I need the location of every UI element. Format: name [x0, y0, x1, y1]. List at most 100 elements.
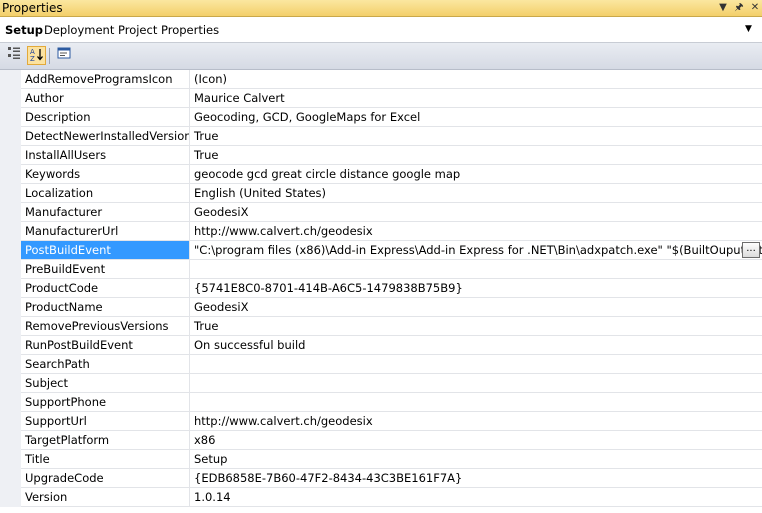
property-row-prebuildevent[interactable]: PreBuildEvent: [0, 260, 762, 279]
property-row-upgradecode[interactable]: UpgradeCode {EDB6858E-7B60-47F2-8434-43C3…: [0, 469, 762, 488]
property-value[interactable]: [190, 260, 762, 279]
property-name[interactable]: SupportUrl: [21, 412, 190, 431]
row-gutter: [0, 260, 21, 279]
panel-title: Properties: [2, 1, 63, 15]
property-row-subject[interactable]: Subject: [0, 374, 762, 393]
row-gutter: [0, 241, 21, 260]
property-row-description[interactable]: Description Geocoding, GCD, GoogleMaps fo…: [0, 108, 762, 127]
title-bar: Properties ▼ 🖈 ✕: [0, 0, 762, 17]
property-row-keywords[interactable]: Keywords geocode gcd great circle distanc…: [0, 165, 762, 184]
property-value[interactable]: True: [190, 146, 762, 165]
property-row-manufacturer[interactable]: Manufacturer GeodesiX: [0, 203, 762, 222]
property-value[interactable]: "C:\program files (x86)\Add-in Express\A…: [190, 241, 762, 260]
property-row-supporturl[interactable]: SupportUrl http://www.calvert.ch/geodesix: [0, 412, 762, 431]
row-gutter: [0, 279, 21, 298]
property-grid: AddRemoveProgramsIcon (Icon) Author Maurice…: [0, 70, 762, 513]
property-row-installallusers[interactable]: InstallAllUsers True: [0, 146, 762, 165]
property-row-targetplatform[interactable]: TargetPlatform x86: [0, 431, 762, 450]
row-gutter: [0, 488, 21, 507]
object-selector[interactable]: Setup Deployment Project Properties ▼: [0, 17, 762, 43]
property-name[interactable]: TargetPlatform: [21, 431, 190, 450]
property-value[interactable]: {EDB6858E-7B60-47F2-8434-43C3BE161F7A}: [190, 469, 762, 488]
property-name[interactable]: RunPostBuildEvent: [21, 336, 190, 355]
property-name[interactable]: Version: [21, 488, 190, 507]
property-name[interactable]: Manufacturer: [21, 203, 190, 222]
property-value[interactable]: 1.0.14: [190, 488, 762, 507]
property-name[interactable]: Title: [21, 450, 190, 469]
property-value[interactable]: (Icon): [190, 70, 762, 89]
property-value[interactable]: GeodesiX: [190, 203, 762, 222]
row-gutter: [0, 127, 21, 146]
property-value[interactable]: http://www.calvert.ch/geodesix: [190, 222, 762, 241]
property-row-manufacturerurl[interactable]: ManufacturerUrl http://www.calvert.ch/geo…: [0, 222, 762, 241]
property-row-version[interactable]: Version 1.0.14: [0, 488, 762, 507]
property-name[interactable]: Author: [21, 89, 190, 108]
property-name[interactable]: SupportPhone: [21, 393, 190, 412]
property-value[interactable]: On successful build: [190, 336, 762, 355]
property-name[interactable]: RemovePreviousVersions: [21, 317, 190, 336]
categorized-button[interactable]: [4, 46, 23, 65]
property-name[interactable]: DetectNewerInstalledVersion: [21, 127, 190, 146]
property-name[interactable]: SearchPath: [21, 355, 190, 374]
row-gutter: [0, 222, 21, 241]
property-name[interactable]: InstallAllUsers: [21, 146, 190, 165]
alphabetical-icon: A Z: [30, 48, 43, 63]
object-type: Deployment Project Properties: [44, 23, 220, 37]
close-icon[interactable]: ✕: [748, 0, 762, 16]
property-value[interactable]: GeodesiX: [190, 298, 762, 317]
property-name[interactable]: UpgradeCode: [21, 469, 190, 488]
window-position-dropdown-icon[interactable]: ▼: [716, 0, 730, 16]
property-value[interactable]: {5741E8C0-8701-414B-A6C5-1479838B75B9}: [190, 279, 762, 298]
row-gutter: [0, 393, 21, 412]
property-name[interactable]: PreBuildEvent: [21, 260, 190, 279]
property-value[interactable]: geocode gcd great circle distance google…: [190, 165, 762, 184]
property-row-removepreviousversions[interactable]: RemovePreviousVersions True: [0, 317, 762, 336]
chevron-down-icon[interactable]: ▼: [745, 24, 752, 34]
property-value[interactable]: Maurice Calvert: [190, 89, 762, 108]
row-gutter: [0, 184, 21, 203]
property-row-author[interactable]: Author Maurice Calvert: [0, 89, 762, 108]
property-name[interactable]: ManufacturerUrl: [21, 222, 190, 241]
row-gutter: [0, 355, 21, 374]
pin-icon[interactable]: 🖈: [732, 0, 746, 16]
property-value[interactable]: [190, 355, 762, 374]
property-value[interactable]: Geocoding, GCD, GoogleMaps for Excel: [190, 108, 762, 127]
row-gutter: [0, 450, 21, 469]
property-pages-icon: [57, 47, 70, 59]
property-row-detectnewerinstalledversion[interactable]: DetectNewerInstalledVersion True: [0, 127, 762, 146]
property-row-searchpath[interactable]: SearchPath: [0, 355, 762, 374]
object-name: Setup: [5, 23, 43, 37]
property-pages-button[interactable]: [54, 46, 73, 65]
property-name[interactable]: Description: [21, 108, 190, 127]
property-row-postbuildevent[interactable]: PostBuildEvent "C:\program files (x86)\Ad…: [0, 241, 762, 260]
property-row-title[interactable]: Title Setup: [0, 450, 762, 469]
property-row-productname[interactable]: ProductName GeodesiX: [0, 298, 762, 317]
row-gutter: [0, 108, 21, 127]
properties-window: Properties ▼ 🖈 ✕ Setup Deployment Projec…: [0, 0, 762, 513]
property-name[interactable]: PostBuildEvent: [21, 241, 190, 260]
property-value[interactable]: True: [190, 317, 762, 336]
property-row-addremoveprogramsicon[interactable]: AddRemoveProgramsIcon (Icon): [0, 70, 762, 89]
property-value[interactable]: x86: [190, 431, 762, 450]
ellipsis-button[interactable]: ...: [742, 242, 760, 258]
property-name[interactable]: Subject: [21, 374, 190, 393]
property-row-productcode[interactable]: ProductCode {5741E8C0-8701-414B-A6C5-1479…: [0, 279, 762, 298]
property-value[interactable]: English (United States): [190, 184, 762, 203]
row-gutter: [0, 70, 21, 89]
property-value[interactable]: [190, 374, 762, 393]
property-value[interactable]: True: [190, 127, 762, 146]
row-gutter: [0, 317, 21, 336]
row-gutter: [0, 336, 21, 355]
property-value[interactable]: [190, 393, 762, 412]
property-name[interactable]: ProductCode: [21, 279, 190, 298]
property-name[interactable]: Localization: [21, 184, 190, 203]
property-name[interactable]: ProductName: [21, 298, 190, 317]
property-name[interactable]: AddRemoveProgramsIcon: [21, 70, 190, 89]
property-value[interactable]: http://www.calvert.ch/geodesix: [190, 412, 762, 431]
property-value[interactable]: Setup: [190, 450, 762, 469]
property-row-localization[interactable]: Localization English (United States): [0, 184, 762, 203]
property-name[interactable]: Keywords: [21, 165, 190, 184]
alphabetical-button[interactable]: A Z: [27, 46, 46, 65]
property-row-runpostbuildevent[interactable]: RunPostBuildEvent On successful build: [0, 336, 762, 355]
property-row-supportphone[interactable]: SupportPhone: [0, 393, 762, 412]
